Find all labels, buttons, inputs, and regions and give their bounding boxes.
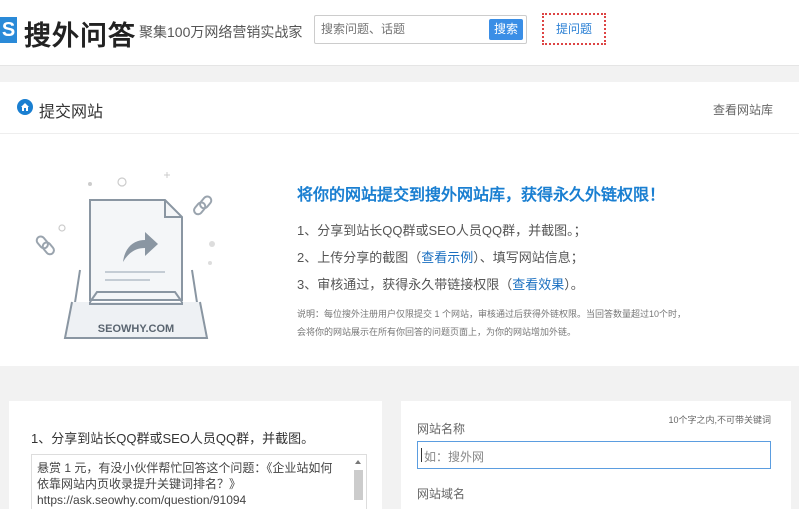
- share-title: 1、分享到站长QQ群或SEO人员QQ群，并截图。: [31, 431, 315, 446]
- search-box: 搜索: [314, 15, 527, 44]
- intro-section: SEOWHY.COM 将你的网站提交到搜外网站库，获得永久外链权限！ 1、分享到…: [0, 134, 799, 366]
- scroll-thumb[interactable]: [354, 470, 363, 500]
- intro-heading: 将你的网站提交到搜外网站库，获得永久外链权限！: [297, 187, 666, 204]
- site-name-placeholder: 如：搜外网: [424, 450, 485, 464]
- site-slogan: 聚集100万网络营销实战家: [139, 24, 303, 40]
- share-textarea[interactable]: 悬赏 1 元，有没小伙伴帮忙回答这个问题：《企业站如何 依靠网站内页收录提升关键…: [31, 454, 367, 509]
- search-button[interactable]: 搜索: [489, 19, 523, 40]
- view-library-link[interactable]: 查看网站库: [713, 101, 773, 118]
- svg-text:SEOWHY.COM: SEOWHY.COM: [98, 323, 174, 335]
- view-example-link[interactable]: 查看示例: [421, 250, 473, 265]
- page-title-bar: 提交网站 查看网站库: [0, 82, 799, 134]
- scrollbar[interactable]: [353, 458, 364, 508]
- scroll-up-icon[interactable]: [355, 460, 361, 464]
- site-name-input[interactable]: 如：搜外网: [417, 441, 771, 469]
- site-form-card: 10个字之内,不可带关键词 网站名称 如：搜外网 网站域名: [401, 401, 791, 509]
- inbox-illustration: SEOWHY.COM: [30, 162, 220, 342]
- home-icon: [17, 99, 33, 115]
- site-logo-text[interactable]: 搜外问答: [24, 14, 136, 53]
- name-hint: 10个字之内,不可带关键词: [668, 415, 771, 425]
- view-effect-link[interactable]: 查看效果: [512, 277, 564, 292]
- share-card: 1、分享到站长QQ群或SEO人员QQ群，并截图。 悬赏 1 元，有没小伙伴帮忙回…: [9, 401, 382, 509]
- step-2: 2、上传分享的截图（查看示例）、填写网站信息；: [297, 250, 584, 265]
- step-3: 3、审核通过，获得永久带链接权限（查看效果）。: [297, 277, 584, 292]
- site-name-label: 网站名称: [417, 422, 466, 436]
- page-title: 提交网站: [39, 104, 104, 121]
- search-input[interactable]: [321, 22, 481, 36]
- text-caret: [421, 448, 422, 462]
- step-1: 1、分享到站长QQ群或SEO人员QQ群，并截图。；: [297, 223, 587, 238]
- note-line-2: 会将你的网站展示在所有你回答的问题页面上，为你的网站增加外链。: [297, 327, 577, 337]
- site-domain-label: 网站域名: [417, 487, 466, 501]
- note-line-1: 说明：每位搜外注册用户仅限提交 1 个网站，审核通过后获得外链权限。当回答数量超…: [297, 309, 687, 319]
- logo-icon[interactable]: S: [0, 17, 17, 43]
- site-header: S 搜外问答 聚集100万网络营销实战家 搜索 提问题: [0, 0, 799, 66]
- ask-question-button[interactable]: 提问题: [542, 13, 606, 45]
- share-text: 悬赏 1 元，有没小伙伴帮忙回答这个问题：《企业站如何 依靠网站内页收录提升关键…: [37, 461, 333, 507]
